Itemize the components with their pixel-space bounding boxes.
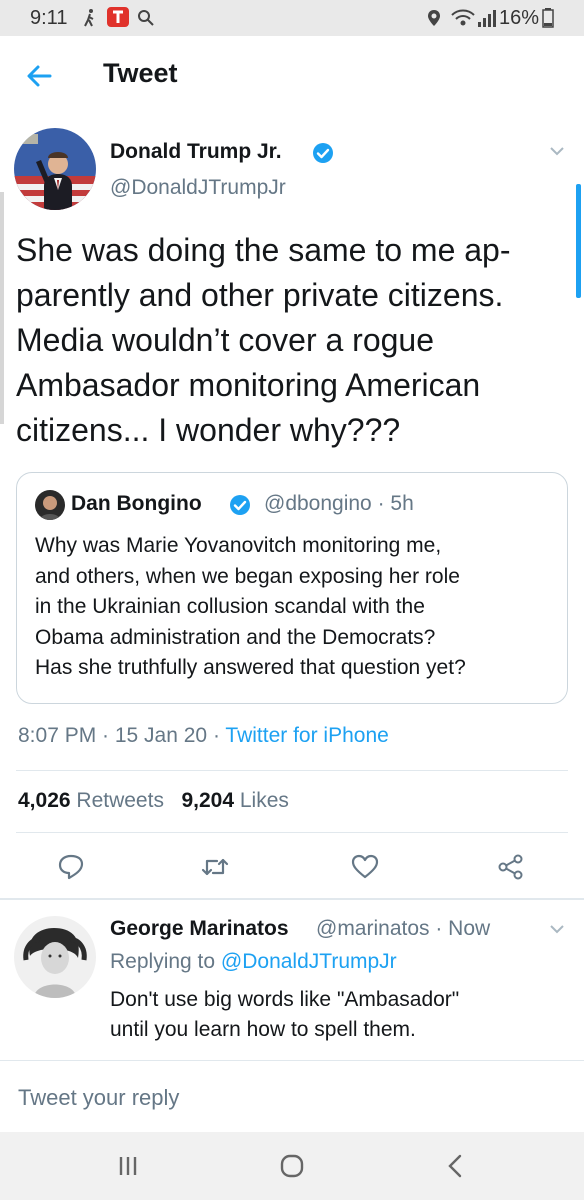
- tweet-timestamp: 8:07 PM · 15 Jan 20 · Twitter for iPhone: [18, 724, 389, 748]
- verified-badge-icon: [312, 142, 334, 164]
- signal-icon: [476, 8, 496, 28]
- likes-label: Likes: [239, 789, 289, 812]
- retweets-stat[interactable]: 4,026 Retweets: [18, 789, 164, 812]
- quoted-tweet-card[interactable]: Dan Bongino @dbongino · 5h Why was Marie…: [16, 472, 568, 704]
- tweet-stats: 4,026 Retweets 9,204 Likes: [18, 789, 289, 813]
- scrollbar[interactable]: [576, 184, 581, 298]
- likes-stat[interactable]: 9,204 Likes: [181, 789, 288, 812]
- battery-icon: [542, 8, 554, 28]
- back-button[interactable]: [22, 58, 58, 94]
- reply-button[interactable]: [56, 852, 86, 882]
- status-bar: 9:11 16%: [0, 0, 584, 36]
- retweet-button[interactable]: [200, 852, 230, 882]
- replying-to: Replying to @DonaldJTrumpJr: [110, 950, 397, 974]
- chevron-down-icon: [550, 925, 564, 934]
- divider: [16, 832, 568, 833]
- recents-button[interactable]: [112, 1150, 144, 1182]
- nav-back-button[interactable]: [440, 1150, 472, 1182]
- retweets-label: Retweets: [76, 789, 164, 812]
- walking-icon: [80, 8, 100, 28]
- author-avatar[interactable]: [14, 128, 96, 210]
- tweet-text-line: She was doing the same to me ap-: [16, 232, 511, 268]
- reply-icon: [58, 854, 84, 880]
- tweet-text-line: Media wouldn’t cover a rogue: [16, 322, 435, 358]
- tweet-menu-button[interactable]: [548, 142, 566, 160]
- retweets-count: 4,026: [18, 789, 71, 812]
- heart-icon: [351, 854, 379, 879]
- reply-author-name[interactable]: George Marinatos: [110, 917, 289, 941]
- quoted-text-line: Obama administration and the Democrats?: [35, 625, 436, 649]
- edge-panel-handle[interactable]: [0, 192, 4, 424]
- retweet-icon: [201, 858, 229, 876]
- back-icon: [448, 1154, 462, 1178]
- reply-input[interactable]: Tweet your reply: [18, 1085, 179, 1111]
- quoted-text-line: Has she truthfully answered that questio…: [35, 656, 466, 679]
- quoted-author-avatar: [35, 490, 65, 520]
- reply-composer[interactable]: Tweet your reply: [0, 1060, 584, 1132]
- share-button[interactable]: [496, 852, 526, 882]
- reply-text-line: Don't use big words like "Ambasador": [110, 988, 460, 1011]
- tweet-text: She was doing the same to me ap- parentl…: [16, 228, 572, 453]
- replying-to-handle[interactable]: @DonaldJTrumpJr: [221, 950, 397, 973]
- quoted-text-line: in the Ukrainian collusion scandal with …: [35, 595, 425, 618]
- author-handle[interactable]: @DonaldJTrumpJr: [110, 176, 286, 200]
- quoted-author-name: Dan Bongino: [71, 492, 202, 515]
- recents-icon: [119, 1157, 137, 1175]
- tweet-text-line: parently and other private citizens.: [16, 277, 504, 313]
- reply-author-avatar[interactable]: [14, 916, 96, 998]
- page-title: Tweet: [103, 58, 178, 88]
- tweet-text-line: Ambasador monitoring American: [16, 367, 481, 403]
- likes-count: 9,204: [181, 789, 235, 812]
- timestamp-text: 8:07 PM · 15 Jan 20 ·: [18, 724, 226, 747]
- system-nav-bar: [0, 1132, 584, 1200]
- like-button[interactable]: [350, 852, 380, 882]
- quoted-text-line: and others, when we began exposing her r…: [35, 564, 460, 588]
- status-time: 9:11: [30, 7, 68, 29]
- arrow-left-icon: [27, 65, 52, 87]
- app-header: Tweet: [0, 36, 584, 118]
- quoted-tweet-text: Why was Marie Yovanovitch monitoring me,…: [35, 531, 555, 684]
- battery-percentage: 16%: [499, 7, 540, 29]
- share-icon: [498, 854, 523, 880]
- reply-author-handle[interactable]: @marinatos · Now: [316, 917, 490, 941]
- home-icon: [280, 1154, 304, 1178]
- tweet-source-link[interactable]: Twitter for iPhone: [225, 724, 388, 747]
- location-icon: [424, 8, 444, 28]
- author-name[interactable]: Donald Trump Jr.: [110, 140, 282, 164]
- quoted-author-handle: @dbongino · 5h: [264, 492, 414, 515]
- app-notification-icon: [106, 6, 130, 28]
- reply-menu-button[interactable]: [548, 920, 566, 938]
- reply-text: Don't use big words like "Ambasador" unt…: [110, 985, 530, 1045]
- quoted-text-line: Why was Marie Yovanovitch monitoring me,: [35, 534, 442, 557]
- verified-badge-icon: [229, 494, 251, 516]
- chevron-down-icon: [550, 147, 564, 156]
- tweet-text-line: citizens... I wonder why???: [16, 412, 401, 448]
- section-separator: [0, 898, 584, 900]
- reply-text-line: until you learn how to spell them.: [110, 1018, 416, 1041]
- nfc-icon: [136, 8, 156, 28]
- divider: [16, 770, 568, 771]
- replying-to-prefix: Replying to: [110, 950, 221, 973]
- wifi-icon: [450, 8, 476, 28]
- home-button[interactable]: [276, 1150, 308, 1182]
